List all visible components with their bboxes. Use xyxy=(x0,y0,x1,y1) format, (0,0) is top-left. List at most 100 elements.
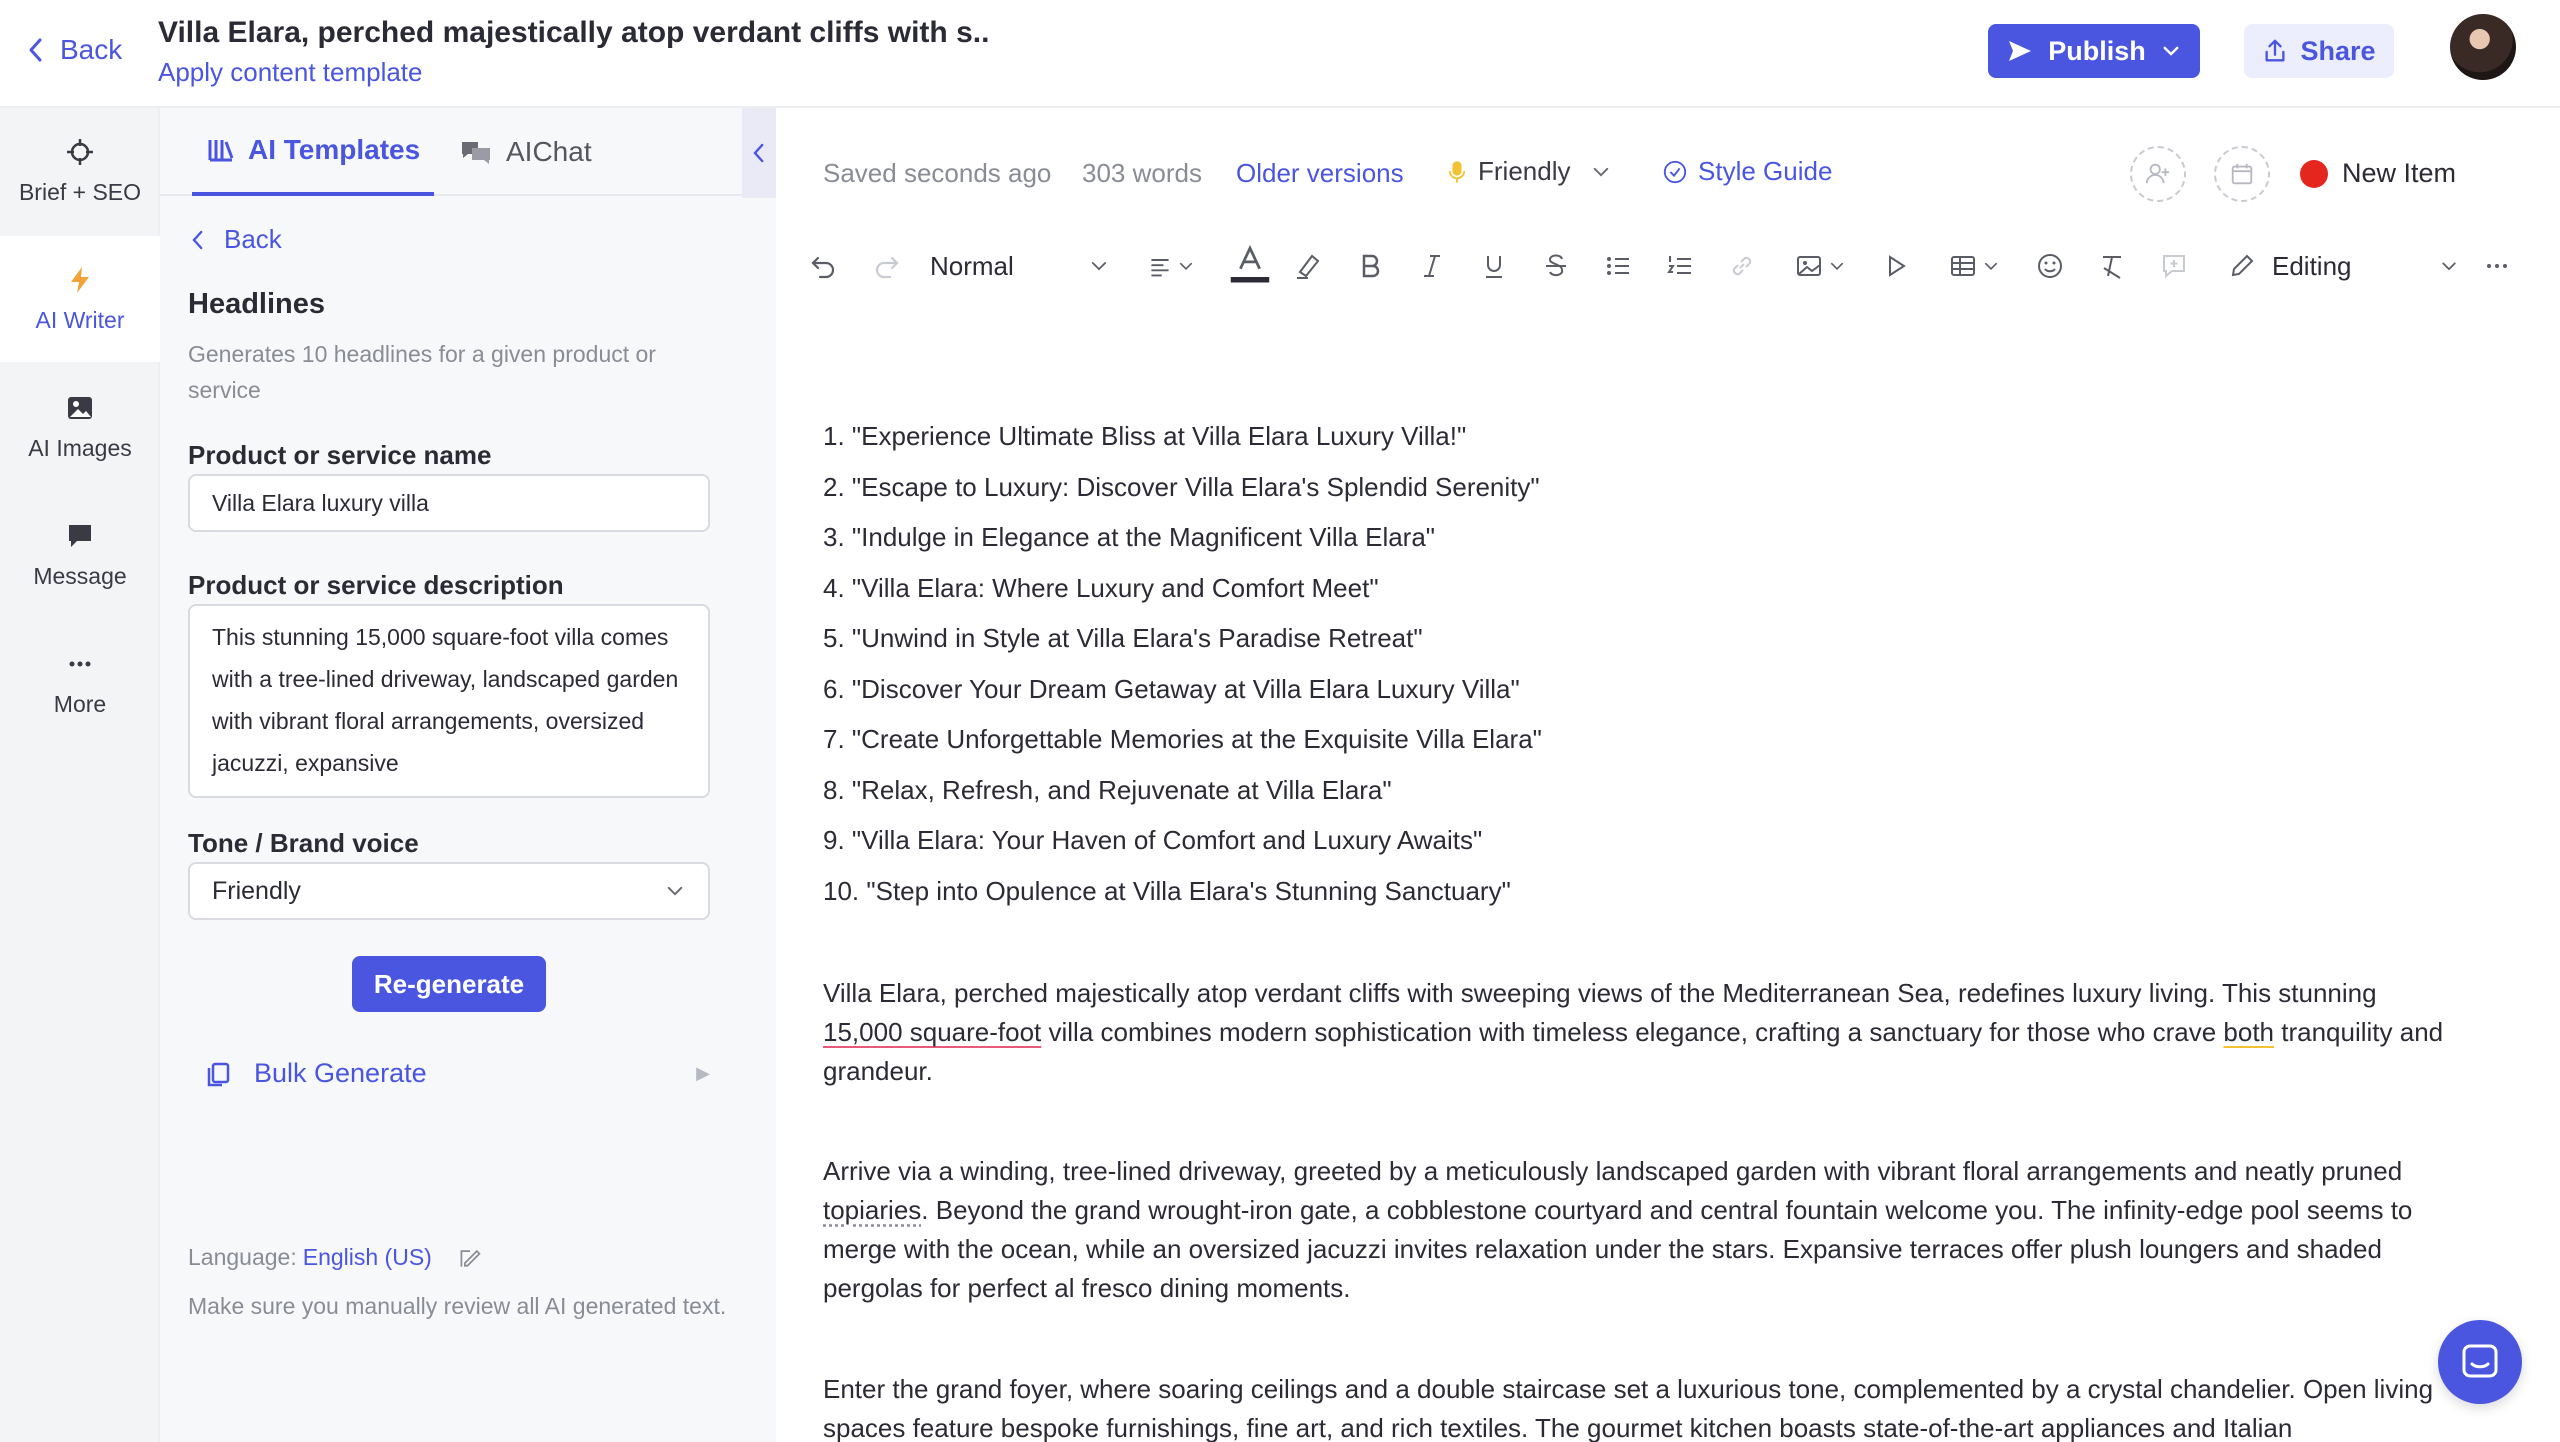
add-collaborator-button[interactable] xyxy=(2130,146,2186,202)
bullet-list-icon xyxy=(1607,257,1629,275)
document-title[interactable]: Villa Elara, perched majestically atop v… xyxy=(158,16,989,50)
insert-table-dropdown[interactable] xyxy=(1940,244,2010,288)
rail-item-label: Message xyxy=(33,562,127,589)
product-description-label: Product or service description xyxy=(188,570,564,600)
redo-button[interactable] xyxy=(870,244,902,288)
paragraph-foyer: Enter the grand foyer, where soaring cei… xyxy=(823,1374,2434,1442)
undo-icon xyxy=(811,256,835,279)
add-user-icon xyxy=(2145,163,2170,184)
insert-video-button[interactable] xyxy=(1878,244,1914,288)
emoji-icon xyxy=(2038,254,2062,278)
bold-button[interactable] xyxy=(1352,244,1388,288)
style-suggestion[interactable]: both xyxy=(2223,1017,2274,1047)
clear-formatting-icon xyxy=(2103,256,2121,279)
insert-image-dropdown[interactable] xyxy=(1786,244,1856,288)
product-description-textarea[interactable]: This stunning 15,000 square-foot villa c… xyxy=(188,604,710,798)
templates-icon xyxy=(208,140,234,162)
more-icon xyxy=(69,661,91,666)
publish-button[interactable]: Publish xyxy=(1988,24,2200,78)
highlighter-icon xyxy=(1297,254,1320,279)
language-label: Language: xyxy=(188,1244,297,1270)
tab-ai-templates[interactable]: AI Templates xyxy=(192,108,435,196)
older-versions-link[interactable]: Older versions xyxy=(1236,158,1404,189)
align-dropdown[interactable] xyxy=(1140,244,1204,288)
italic-icon xyxy=(1424,255,1440,277)
chevron-down-icon xyxy=(1179,262,1193,270)
paragraph-arrival: Arrive via a winding, tree-lined drivewa… xyxy=(823,1152,2463,1308)
emoji-button[interactable] xyxy=(2032,244,2068,288)
link-button[interactable] xyxy=(1724,244,1760,288)
underline-button[interactable] xyxy=(1476,244,1512,288)
link-icon xyxy=(1732,256,1752,276)
top-bar: Back Villa Elara, perched majestically a… xyxy=(0,0,2560,108)
template-title: Headlines xyxy=(188,288,325,320)
target-icon xyxy=(67,138,93,165)
pencil-icon xyxy=(2231,254,2254,277)
rail-item-ai-writer[interactable]: AI Writer xyxy=(0,236,160,362)
bullet-list-button[interactable] xyxy=(1600,244,1636,288)
product-name-label: Product or service name xyxy=(188,440,492,470)
text-color-icon xyxy=(1230,244,1270,283)
bulk-generate-label: Bulk Generate xyxy=(254,1058,427,1088)
rail-item-brief-seo[interactable]: Brief + SEO xyxy=(0,108,160,234)
editing-mode-value: Editing xyxy=(2272,250,2352,281)
template-description: Generates 10 headlines for a given produ… xyxy=(188,341,656,403)
italic-button[interactable] xyxy=(1414,244,1450,288)
support-chat-button[interactable] xyxy=(2438,1320,2522,1404)
editor-content[interactable]: 1. "Experience Ultimate Bliss at Villa E… xyxy=(823,416,2463,1442)
language-value[interactable]: English (US) xyxy=(303,1244,432,1271)
product-name-input[interactable] xyxy=(188,474,710,532)
headline-item: 7. "Create Unforgettable Memories at the… xyxy=(823,724,1542,754)
tone-dropdown[interactable]: Friendly xyxy=(1448,156,1612,187)
rail-item-more[interactable]: More xyxy=(0,620,160,746)
tab-label: AIChat xyxy=(506,136,592,167)
headline-item: 5. "Unwind in Style at Villa Elara's Par… xyxy=(823,623,1423,653)
message-icon xyxy=(69,524,91,547)
rail-item-ai-images[interactable]: AI Images xyxy=(0,364,160,490)
redo-icon xyxy=(875,256,899,279)
text-color-button[interactable] xyxy=(1226,244,1274,288)
apply-content-template-link[interactable]: Apply content template xyxy=(158,57,423,88)
back-label: Back xyxy=(60,34,123,65)
chevron-down-icon xyxy=(667,886,683,896)
bulk-generate-button[interactable]: Bulk Generate ▶ xyxy=(204,1058,710,1089)
rail-item-message[interactable]: Message xyxy=(0,492,160,618)
collapse-panel-button[interactable] xyxy=(742,108,776,198)
chevron-left-icon xyxy=(753,143,764,163)
microphone-icon xyxy=(1448,160,1466,183)
panel-back-button[interactable]: Back xyxy=(190,224,282,255)
edit-icon[interactable] xyxy=(458,1246,482,1270)
spelling-flag[interactable]: topiaries xyxy=(823,1195,921,1225)
share-button[interactable]: Share xyxy=(2244,24,2394,78)
paragraph-style-select[interactable]: Normal xyxy=(930,244,1110,288)
headline-item: 9. "Villa Elara: Your Haven of Comfort a… xyxy=(823,825,1483,855)
tab-aichat[interactable]: AIChat xyxy=(460,108,592,196)
status-new-item[interactable]: New Item xyxy=(2300,158,2456,189)
clear-formatting-button[interactable] xyxy=(2094,244,2130,288)
user-avatar[interactable] xyxy=(2450,14,2516,80)
headline-item: 1. "Experience Ultimate Bliss at Villa E… xyxy=(823,421,1467,451)
editing-mode-select[interactable]: Editing xyxy=(2228,244,2460,288)
spelling-flag[interactable]: 15,000 square-foot xyxy=(823,1017,1041,1047)
regenerate-button[interactable]: Re-generate xyxy=(352,956,546,1012)
language-row: Language: English (US) xyxy=(188,1244,482,1271)
schedule-button[interactable] xyxy=(2214,146,2270,202)
align-icon xyxy=(1151,259,1169,277)
saved-status: Saved seconds ago xyxy=(823,158,1052,188)
style-guide-button[interactable]: Style Guide xyxy=(1662,156,1832,187)
highlight-button[interactable] xyxy=(1290,244,1326,288)
numbered-list-button[interactable] xyxy=(1662,244,1698,288)
more-options-button[interactable] xyxy=(2482,244,2512,288)
lightning-icon xyxy=(71,266,89,293)
chevron-down-icon xyxy=(1594,167,1609,177)
strikethrough-button[interactable] xyxy=(1538,244,1574,288)
headline-item: 3. "Indulge in Elegance at the Magnifice… xyxy=(823,522,1436,552)
comment-button[interactable] xyxy=(2156,244,2192,288)
undo-button[interactable] xyxy=(808,244,840,288)
panel-back-label: Back xyxy=(224,224,282,254)
back-button[interactable]: Back xyxy=(26,34,122,66)
rail-item-label: AI Writer xyxy=(35,306,125,333)
chevron-left-icon xyxy=(29,38,42,62)
tone-value: Friendly xyxy=(1478,156,1571,186)
tone-select[interactable]: Friendly xyxy=(188,862,710,920)
